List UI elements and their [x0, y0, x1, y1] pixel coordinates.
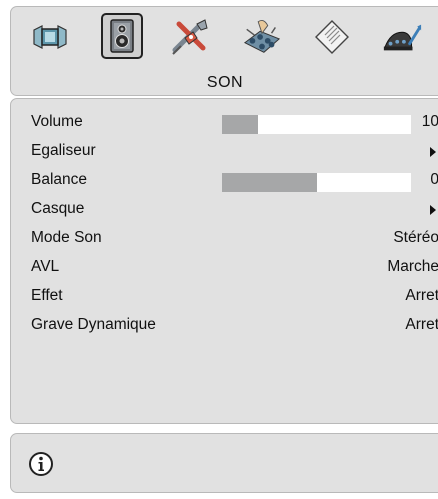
info-icon [29, 452, 53, 476]
setting-label: Mode Son [31, 229, 102, 246]
setting-label: Volume [31, 113, 83, 130]
setting-value: Arret [405, 316, 438, 333]
category-tabs [11, 13, 438, 65]
volume-slider-fill [222, 115, 258, 134]
source-icon [383, 24, 422, 51]
setting-value: Stéréo [393, 229, 438, 246]
submenu-arrow-icon [430, 147, 436, 157]
setting-label: Egaliseur [31, 142, 96, 159]
setting-row-dynamic-bass[interactable]: Grave Dynamique Arret [11, 311, 438, 340]
settings-list: Volume 10 Egaliseur Balance 0 Casque Mod… [10, 98, 438, 424]
sound-menu: SON Volume 10 Egaliseur Balance 0 Casque [0, 0, 438, 499]
network-icon [243, 19, 281, 53]
setting-label: Balance [31, 171, 88, 188]
setting-value: Marche [387, 258, 438, 275]
setting-label: Grave Dynamique [31, 316, 156, 333]
setting-label: Casque [31, 200, 85, 217]
picture-icon [33, 25, 67, 49]
setting-row-effect[interactable]: Effet Arret [11, 282, 438, 311]
setting-label: AVL [31, 258, 60, 275]
balance-slider[interactable] [222, 173, 411, 192]
tab-document[interactable] [311, 16, 353, 58]
setting-value: 0 [430, 171, 438, 188]
tab-features[interactable] [241, 16, 283, 58]
setting-value: 10 [421, 113, 438, 130]
setting-row-equalizer[interactable]: Egaliseur [11, 137, 438, 166]
volume-slider[interactable] [222, 115, 411, 134]
tools-icon [172, 19, 208, 55]
setting-value: Arret [405, 287, 438, 304]
menu-header: SON [10, 6, 438, 96]
setting-row-avl[interactable]: AVL Marche [11, 253, 438, 282]
document-icon [315, 20, 349, 54]
submenu-arrow-icon [430, 205, 436, 215]
setting-row-volume[interactable]: Volume 10 [11, 108, 438, 137]
info-bar [10, 433, 438, 493]
setting-row-balance[interactable]: Balance 0 [11, 166, 438, 195]
balance-slider-fill [222, 173, 317, 192]
tab-settings[interactable] [169, 16, 211, 58]
tab-sound[interactable] [101, 13, 143, 59]
setting-row-headphones[interactable]: Casque [11, 195, 438, 224]
tab-picture[interactable] [29, 16, 71, 58]
speaker-icon [110, 19, 134, 53]
tab-source[interactable] [381, 16, 423, 58]
section-title: SON [206, 74, 244, 91]
info-button[interactable] [28, 451, 54, 477]
setting-row-sound-mode[interactable]: Mode Son Stéréo [11, 224, 438, 253]
setting-label: Effet [31, 287, 63, 304]
